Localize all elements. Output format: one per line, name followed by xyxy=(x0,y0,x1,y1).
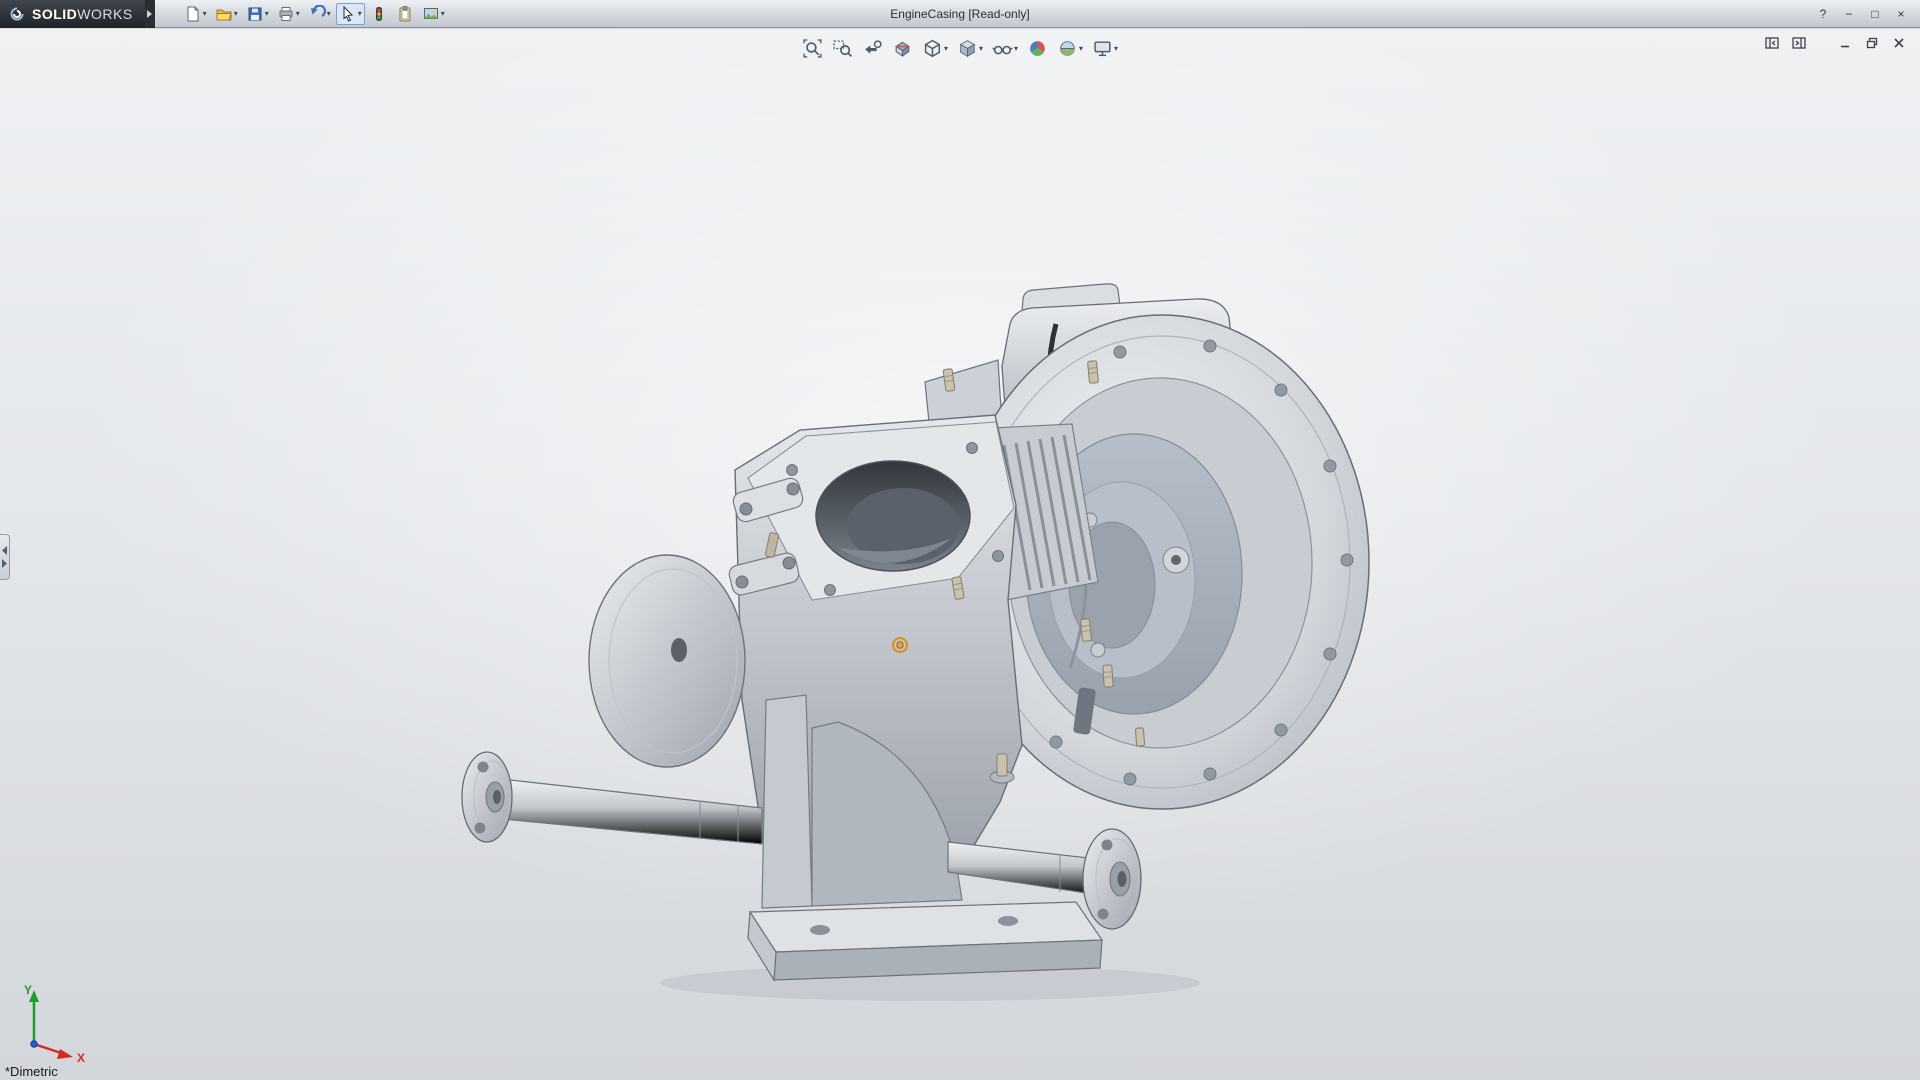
previous-view-button[interactable] xyxy=(860,36,885,61)
close-doc-icon xyxy=(1893,37,1905,49)
minimize-button[interactable]: − xyxy=(1838,4,1860,24)
close-document-button[interactable] xyxy=(1890,35,1908,51)
left-shaft-part[interactable] xyxy=(462,752,762,844)
app-logo: SOLIDWORKS xyxy=(0,0,145,28)
edit-appearance-ball-icon xyxy=(1027,38,1048,59)
rebuild-button[interactable] xyxy=(367,3,391,25)
previous-view-icon xyxy=(862,38,883,59)
minimize-doc-icon xyxy=(1839,37,1851,49)
save-floppy-icon xyxy=(246,5,264,23)
dropdown-arrow-icon[interactable]: ▾ xyxy=(265,10,269,18)
dropdown-arrow-icon[interactable]: ▾ xyxy=(441,10,445,18)
dropdown-arrow-icon[interactable]: ▾ xyxy=(296,10,300,18)
new-document-button[interactable]: ▾ xyxy=(181,3,210,25)
pane-toggle-right-button[interactable] xyxy=(1790,35,1808,51)
document-title: EngineCasing [Read-only] xyxy=(890,7,1029,21)
dropdown-arrow-icon[interactable]: ▾ xyxy=(979,45,983,53)
save-button[interactable]: ▾ xyxy=(243,3,272,25)
close-button[interactable]: × xyxy=(1890,4,1912,24)
document-window-controls xyxy=(1763,35,1908,51)
rebuild-traffic-light-icon xyxy=(370,5,388,23)
undo-button[interactable]: ▾ xyxy=(305,3,334,25)
splitter-arrows-icon xyxy=(1,544,8,570)
section-view-button[interactable] xyxy=(890,36,915,61)
dropdown-arrow-icon[interactable]: ▾ xyxy=(1079,45,1083,53)
dropdown-arrow-icon[interactable]: ▾ xyxy=(1014,45,1018,53)
triad-y-label: Y xyxy=(24,983,32,997)
display-style-button[interactable]: ▾ xyxy=(955,36,985,61)
view-orientation-cube-icon xyxy=(922,38,943,59)
pane-toggle-right-icon xyxy=(1792,37,1806,49)
print-icon xyxy=(277,5,295,23)
engine-casing-model[interactable] xyxy=(462,284,1369,1001)
brand-light: WORKS xyxy=(77,6,132,22)
reference-triad: Y X xyxy=(10,980,102,1064)
display-style-cube-icon xyxy=(957,38,978,59)
pane-toggle-left-icon xyxy=(1765,37,1779,49)
window-controls: ? − □ × xyxy=(1812,4,1920,24)
dropdown-arrow-icon[interactable]: ▾ xyxy=(1114,45,1118,53)
dropdown-arrow-icon[interactable]: ▾ xyxy=(358,10,362,18)
base-plate-part[interactable] xyxy=(748,902,1102,980)
brand-bold: SOLID xyxy=(32,6,77,22)
file-properties-clipboard-icon xyxy=(396,5,414,23)
maximize-button[interactable]: □ xyxy=(1864,4,1886,24)
help-button[interactable]: ? xyxy=(1812,4,1834,24)
zoom-to-fit-button[interactable] xyxy=(800,36,825,61)
edit-appearance-button[interactable] xyxy=(1025,36,1050,61)
dropdown-arrow-icon[interactable]: ▾ xyxy=(944,45,948,53)
triad-x-label: X xyxy=(77,1051,85,1064)
view-settings-hud-button[interactable]: ▾ xyxy=(1090,36,1120,61)
zoom-to-fit-icon xyxy=(802,38,823,59)
view-orientation-label: *Dimetric xyxy=(5,1064,58,1079)
view-settings-monitor-icon xyxy=(1092,38,1113,59)
select-tool-button[interactable]: ▾ xyxy=(336,3,365,25)
undo-arrow-icon xyxy=(308,5,326,23)
hide-show-glasses-icon xyxy=(992,38,1013,59)
pane-toggle-left-button[interactable] xyxy=(1763,35,1781,51)
restore-document-button[interactable] xyxy=(1863,35,1881,51)
right-triangle-icon xyxy=(147,10,152,18)
view-settings-scene-icon xyxy=(422,5,440,23)
zoom-to-area-icon xyxy=(832,38,853,59)
flywheel-disc-part[interactable] xyxy=(589,555,745,767)
menu-expand-arrow[interactable] xyxy=(145,0,155,28)
heads-up-view-toolbar: ▾ ▾ ▾ xyxy=(800,36,1120,61)
main-toolbar: ▾ ▾ ▾ ▾ xyxy=(181,3,448,25)
open-button[interactable]: ▾ xyxy=(212,3,241,25)
dropdown-arrow-icon[interactable]: ▾ xyxy=(327,10,331,18)
model-canvas[interactable] xyxy=(0,29,1920,1080)
view-orientation-button[interactable]: ▾ xyxy=(920,36,950,61)
graphics-viewport[interactable]: ▾ ▾ ▾ xyxy=(0,29,1920,1080)
section-view-icon xyxy=(892,38,913,59)
hide-show-items-button[interactable]: ▾ xyxy=(990,36,1020,61)
open-folder-icon xyxy=(215,5,233,23)
titlebar: SOLIDWORKS ▾ ▾ ▾ xyxy=(0,0,1920,28)
print-button[interactable]: ▾ xyxy=(274,3,303,25)
minimize-document-button[interactable] xyxy=(1836,35,1854,51)
zoom-to-area-button[interactable] xyxy=(830,36,855,61)
dassault-systemes-logo-icon xyxy=(8,5,26,23)
apply-scene-sphere-icon xyxy=(1057,38,1078,59)
app-brand-text: SOLIDWORKS xyxy=(32,6,133,22)
dropdown-arrow-icon[interactable]: ▾ xyxy=(234,10,238,18)
select-cursor-icon xyxy=(339,5,357,23)
dropdown-arrow-icon[interactable]: ▾ xyxy=(203,10,207,18)
view-settings-button[interactable]: ▾ xyxy=(419,3,448,25)
restore-doc-icon xyxy=(1866,37,1878,49)
apply-scene-button[interactable]: ▾ xyxy=(1055,36,1085,61)
new-document-icon xyxy=(184,5,202,23)
file-properties-button[interactable] xyxy=(393,3,417,25)
featuremanager-splitter-handle[interactable] xyxy=(0,534,10,580)
